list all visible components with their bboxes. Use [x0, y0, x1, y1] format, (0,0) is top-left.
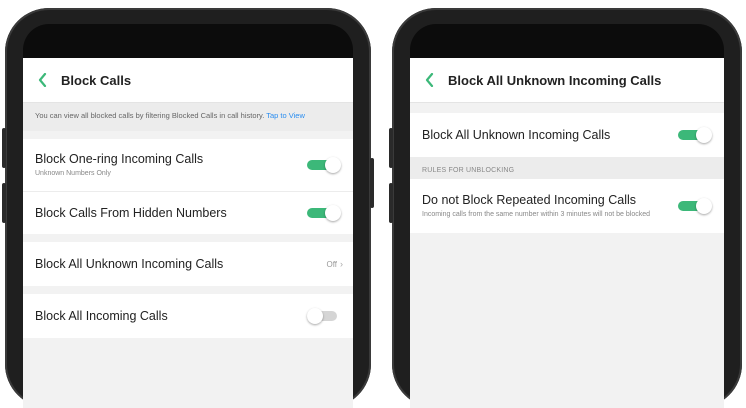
toggle-switch[interactable]	[307, 157, 343, 173]
phone-left: Block Calls You can view all blocked cal…	[2, 8, 374, 408]
chevron-left-icon[interactable]	[33, 70, 53, 90]
app-header: Block Calls	[23, 58, 353, 103]
row-label: Block One-ring Incoming Calls	[35, 152, 204, 166]
power-button	[370, 158, 374, 208]
volume-button	[2, 183, 6, 223]
unknown-calls-screen: Block All Unknown Incoming Calls Block A…	[410, 58, 724, 408]
row-label: Block All Incoming Calls	[35, 309, 168, 323]
row-block-all-incoming[interactable]: Block All Incoming Calls	[23, 294, 353, 338]
settings-group: Do not Block Repeated Incoming Calls Inc…	[410, 179, 724, 233]
section-header: RULES FOR UNBLOCKING	[410, 157, 724, 179]
volume-button	[389, 183, 393, 223]
toggle-switch[interactable]	[307, 308, 343, 324]
row-block-unknown-calls[interactable]: Block All Unknown Incoming Calls Off ›	[23, 242, 353, 286]
settings-group: Block All Incoming Calls	[23, 294, 353, 338]
chevron-left-icon[interactable]	[420, 70, 440, 90]
block-calls-screen: Block Calls You can view all blocked cal…	[23, 58, 353, 408]
phone-right: Block All Unknown Incoming Calls Block A…	[389, 8, 742, 408]
row-sublabel: Incoming calls from the same number with…	[422, 211, 650, 218]
app-header: Block All Unknown Incoming Calls	[410, 58, 724, 103]
row-block-unknown-calls[interactable]: Block All Unknown Incoming Calls	[410, 113, 724, 157]
row-label: Block Calls From Hidden Numbers	[35, 206, 227, 220]
tap-to-view-link[interactable]: Tap to View	[266, 111, 305, 120]
settings-group: Block All Unknown Incoming Calls Off ›	[23, 242, 353, 286]
row-block-hidden-numbers[interactable]: Block Calls From Hidden Numbers	[23, 192, 353, 234]
value-text: Off	[326, 259, 337, 269]
chevron-right-icon: ›	[340, 259, 343, 269]
toggle-switch[interactable]	[678, 198, 714, 214]
row-block-one-ring[interactable]: Block One-ring Incoming Calls Unknown Nu…	[23, 139, 353, 192]
status-bar	[410, 24, 724, 58]
settings-group: Block One-ring Incoming Calls Unknown Nu…	[23, 139, 353, 234]
volume-button	[389, 128, 393, 168]
toggle-switch[interactable]	[307, 205, 343, 221]
row-do-not-block-repeated[interactable]: Do not Block Repeated Incoming Calls Inc…	[410, 179, 724, 233]
settings-group: Block All Unknown Incoming Calls	[410, 113, 724, 157]
row-sublabel: Unknown Numbers Only	[35, 170, 111, 177]
row-value: Off ›	[326, 259, 343, 269]
status-bar	[23, 24, 353, 58]
info-note-text: You can view all blocked calls by filter…	[35, 111, 265, 120]
row-label: Do not Block Repeated Incoming Calls	[422, 193, 637, 207]
row-label: Block All Unknown Incoming Calls	[422, 128, 611, 142]
volume-button	[2, 128, 6, 168]
page-title: Block Calls	[61, 72, 132, 88]
toggle-switch[interactable]	[678, 127, 714, 143]
info-note: You can view all blocked calls by filter…	[23, 103, 353, 131]
page-title: Block All Unknown Incoming Calls	[448, 72, 662, 88]
row-label: Block All Unknown Incoming Calls	[35, 257, 224, 271]
